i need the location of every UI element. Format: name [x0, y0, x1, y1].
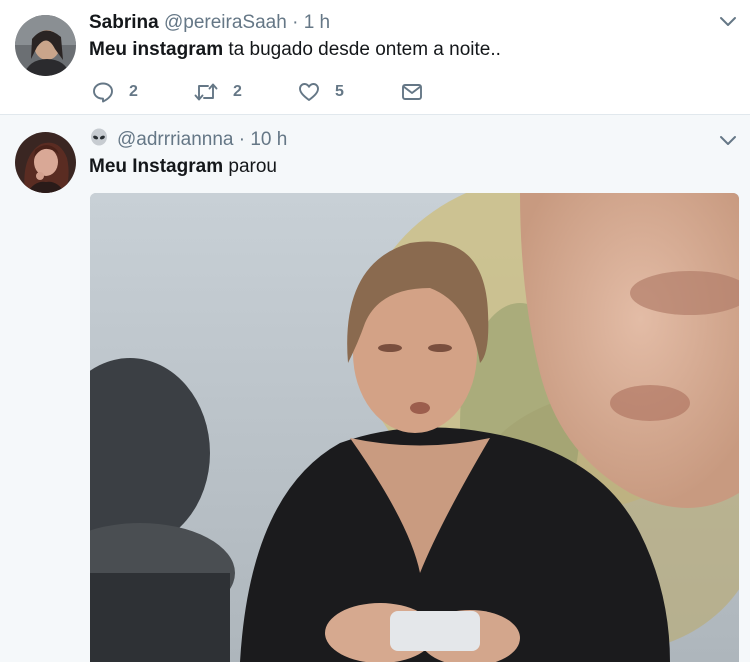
reply-count: 2 [129, 83, 138, 100]
reply-icon [93, 82, 113, 103]
alien-icon [89, 128, 109, 155]
tweet-text: Meu Instagram parou [89, 155, 277, 179]
chevron-down-icon[interactable] [719, 135, 737, 147]
timestamp[interactable]: 1 h [304, 12, 330, 33]
tweet[interactable]: @adrrriannna · 10 h Meu Instagram parou [0, 115, 750, 662]
direct-message-button[interactable] [401, 80, 423, 104]
retweet-button[interactable]: 2 [194, 80, 242, 104]
like-count: 5 [335, 83, 344, 100]
tweet[interactable]: Sabrina @pereiraSaah · 1 h Meu instagram… [0, 0, 750, 115]
like-icon [299, 83, 319, 101]
user-handle[interactable]: @pereiraSaah [164, 12, 287, 33]
tweet-text-bold: Meu Instagram [89, 156, 224, 177]
retweet-count: 2 [233, 83, 242, 100]
tweet-media-photo[interactable] [90, 193, 739, 662]
retweet-icon [194, 83, 218, 101]
tweet-text-rest: parou [223, 156, 277, 177]
tweet-header: Sabrina @pereiraSaah · 1 h [89, 11, 330, 35]
display-name[interactable]: Sabrina [89, 12, 159, 33]
tweet-text-rest: ta bugado desde ontem a noite.. [223, 39, 501, 60]
timestamp[interactable]: 10 h [250, 129, 287, 150]
separator: · [292, 12, 299, 33]
tweet-header: @adrrriannna · 10 h [89, 128, 287, 155]
chevron-down-icon[interactable] [719, 16, 737, 28]
avatar[interactable] [15, 15, 76, 76]
tweet-text-bold: Meu instagram [89, 39, 224, 60]
avatar[interactable] [15, 132, 76, 193]
direct-message-icon [402, 84, 422, 100]
tweet-text: Meu instagram ta bugado desde ontem a no… [89, 38, 501, 62]
like-button[interactable]: 5 [298, 80, 344, 104]
separator: · [238, 129, 246, 150]
reply-button[interactable]: 2 [92, 80, 138, 104]
user-handle[interactable]: @adrrriannna [117, 129, 233, 150]
